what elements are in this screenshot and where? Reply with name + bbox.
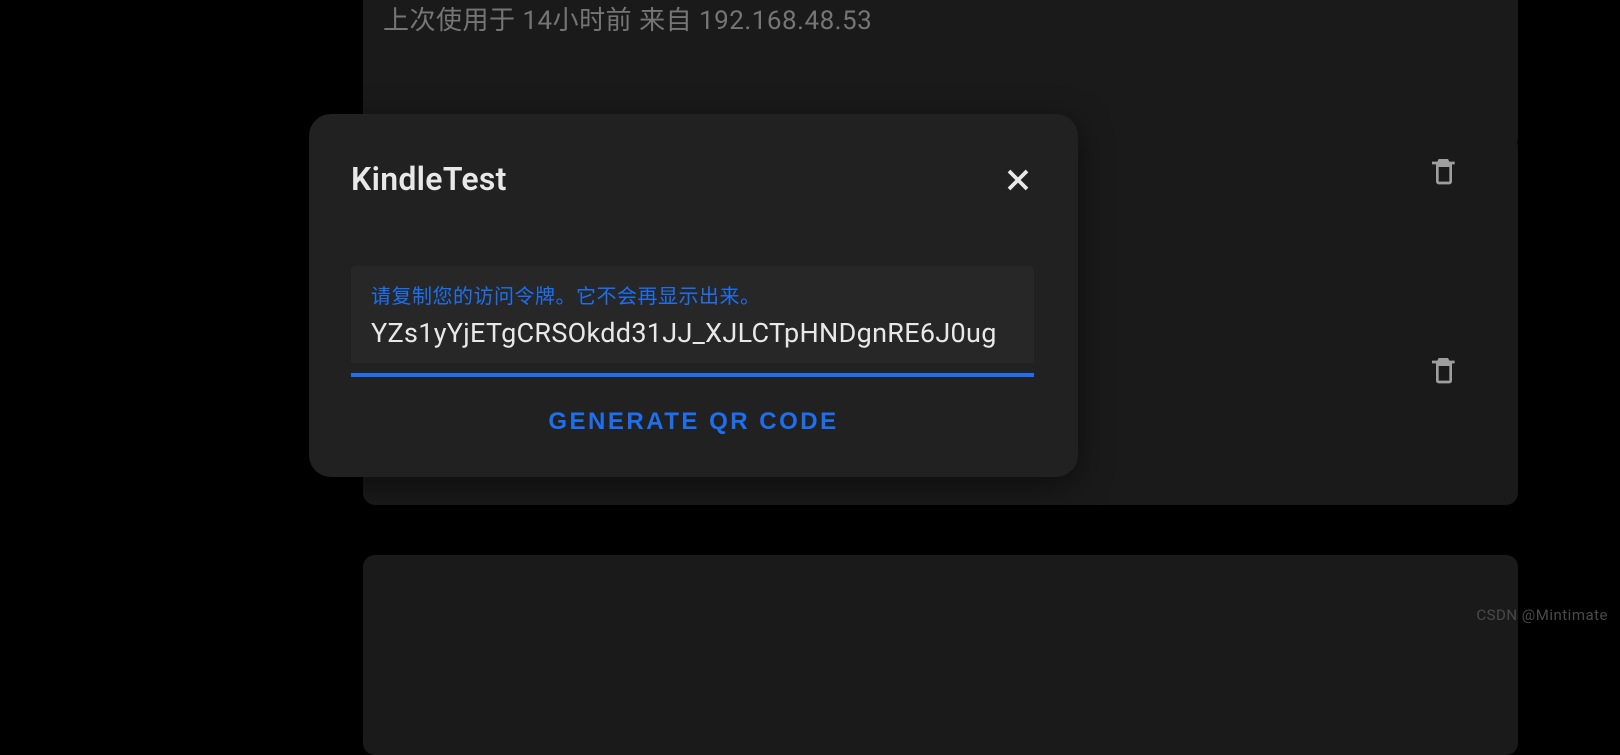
background-card-bottom [363, 555, 1518, 755]
watermark-text: CSDN @Mintimate [1476, 606, 1608, 624]
trash-icon[interactable] [1428, 155, 1460, 195]
token-field-container: 请复制您的访问令牌。它不会再显示出来。 [351, 266, 1034, 363]
generate-qr-button[interactable]: GENERATE QR CODE [309, 396, 1078, 448]
trash-icon[interactable] [1428, 354, 1460, 394]
dialog-title: KindleTest [351, 160, 507, 198]
last-used-label: 上次使用于 14小时前 来自 192.168.48.53 [383, 0, 872, 37]
close-button[interactable] [1000, 162, 1036, 198]
token-dialog: KindleTest 请复制您的访问令牌。它不会再显示出来。 GENERATE … [309, 114, 1078, 477]
token-underline [351, 373, 1034, 377]
close-icon [1000, 162, 1036, 198]
token-hint-label: 请复制您的访问令牌。它不会再显示出来。 [371, 280, 1014, 309]
token-input[interactable] [371, 317, 1014, 349]
